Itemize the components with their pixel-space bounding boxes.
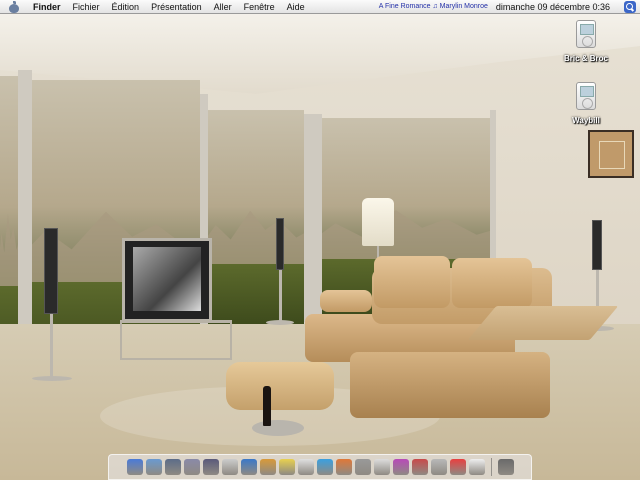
wine-bottle — [263, 386, 271, 426]
speaker-pole — [279, 270, 282, 324]
speaker-pole — [50, 314, 53, 378]
menu-bar: Finder Fichier Édition Présentation Alle… — [0, 0, 640, 14]
safari-icon[interactable] — [316, 459, 333, 475]
dictionary-icon[interactable] — [240, 459, 257, 475]
sofa-cushion — [374, 256, 450, 308]
speaker-right — [592, 220, 602, 270]
stickies-icon[interactable] — [278, 459, 295, 475]
sofa-cushion — [320, 290, 372, 312]
menu-fichier[interactable]: Fichier — [67, 0, 106, 14]
menu-finder[interactable]: Finder — [27, 0, 67, 14]
now-playing-text[interactable]: A Fine Romance ♫ Marylin Monroe — [379, 3, 496, 10]
menu-presentation[interactable]: Présentation — [145, 0, 208, 14]
speaker-left — [44, 228, 58, 314]
pages-icon[interactable] — [221, 459, 238, 475]
disk-utility-icon[interactable] — [430, 459, 447, 475]
menu-aller[interactable]: Aller — [208, 0, 238, 14]
ipod-icon — [576, 20, 596, 48]
tray — [252, 420, 304, 436]
sofa-cushion — [452, 258, 532, 308]
itunes-icon[interactable] — [145, 459, 162, 475]
ottoman — [226, 362, 334, 410]
desktop-icon-bric-broc[interactable]: Bric & Broc — [556, 20, 616, 66]
desktop-wallpaper — [0, 14, 640, 480]
window-frame — [304, 114, 322, 322]
address-book-icon[interactable] — [468, 459, 485, 475]
garageband-icon[interactable] — [202, 459, 219, 475]
window-pane-center — [208, 110, 304, 324]
spotlight-icon[interactable] — [624, 0, 636, 13]
iphoto-icon[interactable] — [164, 459, 181, 475]
preview-icon[interactable] — [183, 459, 200, 475]
preview-pdf-icon[interactable] — [411, 459, 428, 475]
speaker-base — [32, 376, 72, 381]
menu-clock[interactable]: dimanche 09 décembre 0:36 — [496, 2, 624, 12]
menu-edition[interactable]: Édition — [106, 0, 146, 14]
dock-separator — [490, 458, 492, 476]
tv-stand — [120, 320, 232, 360]
dvd-player-icon[interactable] — [392, 459, 409, 475]
ipod-updater-icon[interactable] — [373, 459, 390, 475]
wall-picture — [588, 130, 634, 178]
dock — [108, 454, 532, 480]
ical-icon[interactable] — [449, 459, 466, 475]
television — [122, 238, 212, 322]
sofa-chaise — [350, 352, 550, 418]
desktop-icon-waybill[interactable]: Waybill — [556, 82, 616, 128]
speaker-base — [266, 320, 294, 325]
floor-lamp — [362, 198, 394, 246]
menu-aide[interactable]: Aide — [281, 0, 311, 14]
system-prefs-icon[interactable] — [354, 459, 371, 475]
desktop-icon-label: Bric & Broc — [563, 54, 608, 63]
speaker-middle — [276, 218, 284, 270]
desktop-icon-label: Waybill — [572, 116, 600, 125]
firefox-icon[interactable] — [335, 459, 352, 475]
ipod-icon — [576, 82, 596, 110]
graphic-converter-icon[interactable] — [259, 459, 276, 475]
textedit-icon[interactable] — [297, 459, 314, 475]
finder-icon[interactable] — [126, 459, 143, 475]
apple-icon[interactable] — [8, 0, 20, 13]
trash-icon[interactable] — [497, 459, 514, 475]
menu-fenetre[interactable]: Fenêtre — [238, 0, 281, 14]
